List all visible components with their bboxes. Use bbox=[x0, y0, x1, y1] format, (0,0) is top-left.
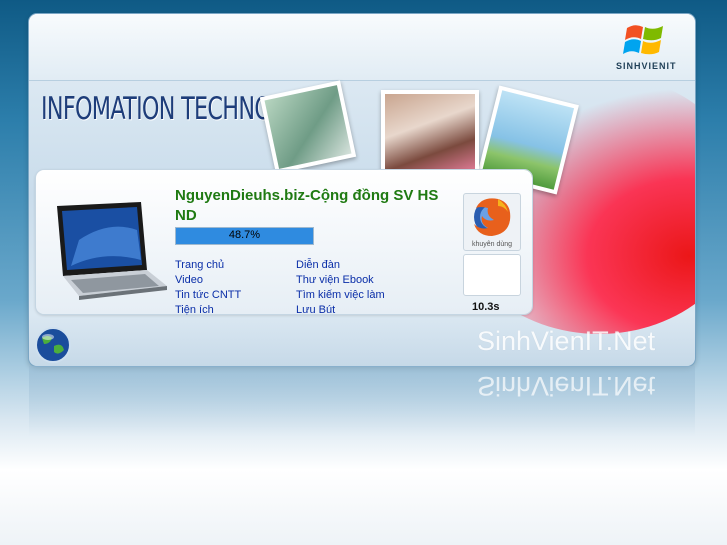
blank-widget-box bbox=[463, 254, 521, 296]
main-frame: SINHVIENIT INFOMATION TECHNOLOGY NguyenD… bbox=[29, 14, 695, 366]
content-panel: NguyenDieuhs.biz-Cộng đồng SV HS ND 48.7… bbox=[36, 170, 532, 316]
brand-label: SINHVIENIT bbox=[616, 61, 677, 71]
footer-brand-reflection: SinhVienIT.Net bbox=[477, 371, 656, 401]
top-band bbox=[29, 14, 695, 81]
frame-reflection: SinhVienIT.Net bbox=[29, 366, 695, 436]
firefox-recommend-button[interactable]: khuyên dùng bbox=[463, 193, 521, 251]
footer-brand: SinhVienIT.Net bbox=[477, 326, 656, 356]
photo-frame-center bbox=[381, 90, 479, 176]
firefox-icon bbox=[474, 198, 511, 236]
load-timer: 10.3s bbox=[472, 301, 500, 313]
progress-bar: 48.7% bbox=[175, 227, 314, 245]
laptop-icon bbox=[57, 202, 167, 300]
site-title[interactable]: NguyenDieuhs.biz-Cộng đồng SV HS ND bbox=[175, 186, 455, 226]
firefox-caption: khuyên dùng bbox=[471, 241, 513, 248]
link-thu-vien-ebook[interactable]: Thư viện Ebook bbox=[296, 274, 374, 286]
link-tin-tuc-cntt[interactable]: Tin tức CNTT bbox=[175, 289, 241, 301]
photo-frame-left bbox=[259, 80, 357, 174]
globe-icon[interactable] bbox=[34, 326, 72, 364]
link-dien-dan[interactable]: Diễn đàn bbox=[296, 259, 340, 271]
link-tien-ich[interactable]: Tiện ích bbox=[175, 304, 214, 316]
link-trang-chu[interactable]: Trang chủ bbox=[175, 259, 224, 271]
windows-logo-icon bbox=[623, 25, 663, 55]
link-video[interactable]: Video bbox=[175, 274, 203, 286]
link-luu-but[interactable]: Lưu Bút bbox=[296, 304, 335, 316]
progress-text: 48.7% bbox=[228, 229, 261, 241]
link-tim-kiem-viec-lam[interactable]: Tìm kiếm việc làm bbox=[296, 289, 385, 301]
